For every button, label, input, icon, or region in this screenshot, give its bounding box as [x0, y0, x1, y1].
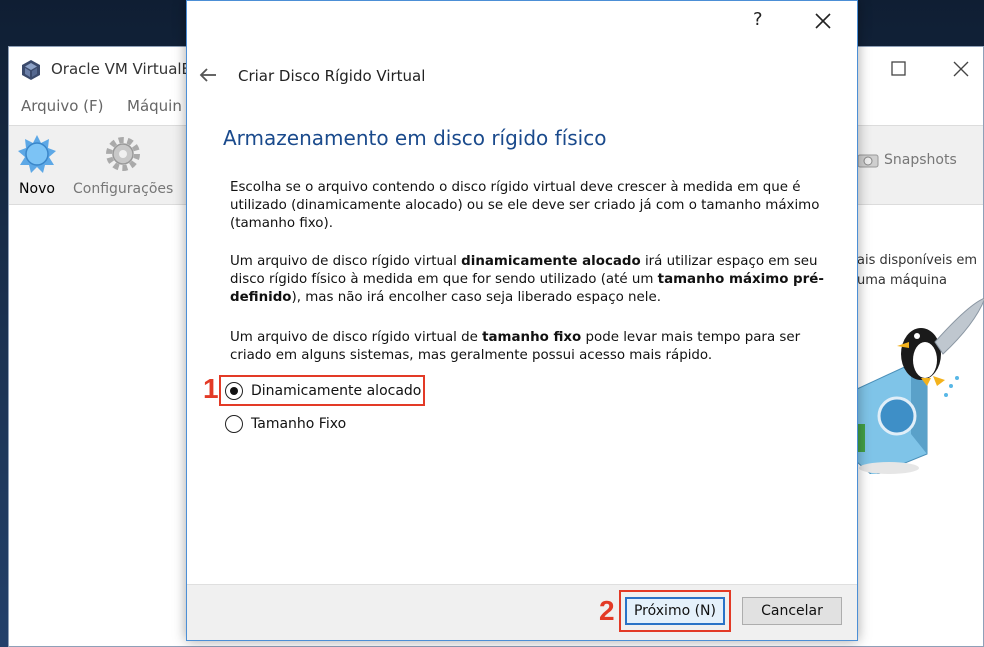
gear-icon: [106, 137, 140, 171]
next-button[interactable]: Próximo (N): [625, 597, 725, 625]
bold-text: tamanho fixo: [482, 330, 582, 345]
settings-label: Configurações: [73, 181, 174, 197]
camera-icon: [857, 154, 879, 168]
radio-fixed[interactable]: [225, 415, 243, 433]
menu-arquivo[interactable]: Arquivo (F): [21, 97, 104, 115]
text-part: Um arquivo de disco rígido virtual: [230, 254, 462, 269]
help-button[interactable]: ?: [753, 9, 763, 30]
virtualbox-app-icon: [22, 60, 40, 80]
vbox-window-title: Oracle VM VirtualB: [51, 60, 192, 78]
fixed-explanation-paragraph: Um arquivo de disco rígido virtual de ta…: [230, 329, 845, 365]
new-vm-button[interactable]: Novo: [15, 134, 59, 197]
text-part: Um arquivo de disco rígido virtual de: [230, 330, 483, 345]
welcome-text-line2: uma máquina: [857, 273, 947, 288]
option-dynamic-label: Dinamicamente alocado: [251, 383, 422, 399]
option-dynamic[interactable]: Dinamicamente alocado: [225, 380, 421, 402]
new-vm-label: Novo: [19, 181, 55, 197]
cancel-button[interactable]: Cancelar: [742, 597, 842, 625]
wizard-title: Criar Disco Rígido Virtual: [238, 67, 426, 85]
new-sun-icon: [18, 135, 56, 173]
text-part: ), mas não irá encolher caso seja libera…: [291, 290, 661, 305]
back-arrow-icon[interactable]: [199, 67, 217, 83]
dynamic-explanation-paragraph: Um arquivo de disco rígido virtual dinam…: [230, 253, 845, 307]
welcome-text-line1: ais disponíveis em: [857, 253, 978, 268]
close-window-icon[interactable]: [949, 57, 973, 81]
option-fixed[interactable]: Tamanho Fixo: [225, 413, 346, 435]
snapshots-button[interactable]: Snapshots: [857, 152, 957, 168]
page-heading: Armazenamento em disco rígido físico: [223, 126, 607, 150]
snapshots-label: Snapshots: [884, 152, 957, 168]
annotation-step-1: 1: [203, 373, 219, 404]
menu-maquina[interactable]: Máquin: [127, 97, 182, 115]
maximize-icon[interactable]: [887, 57, 911, 81]
radio-dynamic[interactable]: [225, 382, 243, 400]
settings-button[interactable]: Configurações: [73, 134, 173, 197]
create-virtual-disk-dialog: ? Criar Disco Rígido Virtual Armazenamen…: [186, 0, 858, 641]
close-icon[interactable]: [813, 11, 833, 31]
annotation-step-2: 2: [599, 595, 615, 626]
bold-text: dinamicamente alocado: [461, 254, 641, 269]
dialog-footer: 2 Próximo (N) Cancelar: [187, 584, 857, 640]
welcome-illustration: [856, 297, 984, 474]
description-paragraph: Escolha se o arquivo contendo o disco rí…: [230, 180, 820, 231]
option-fixed-label: Tamanho Fixo: [251, 416, 347, 432]
